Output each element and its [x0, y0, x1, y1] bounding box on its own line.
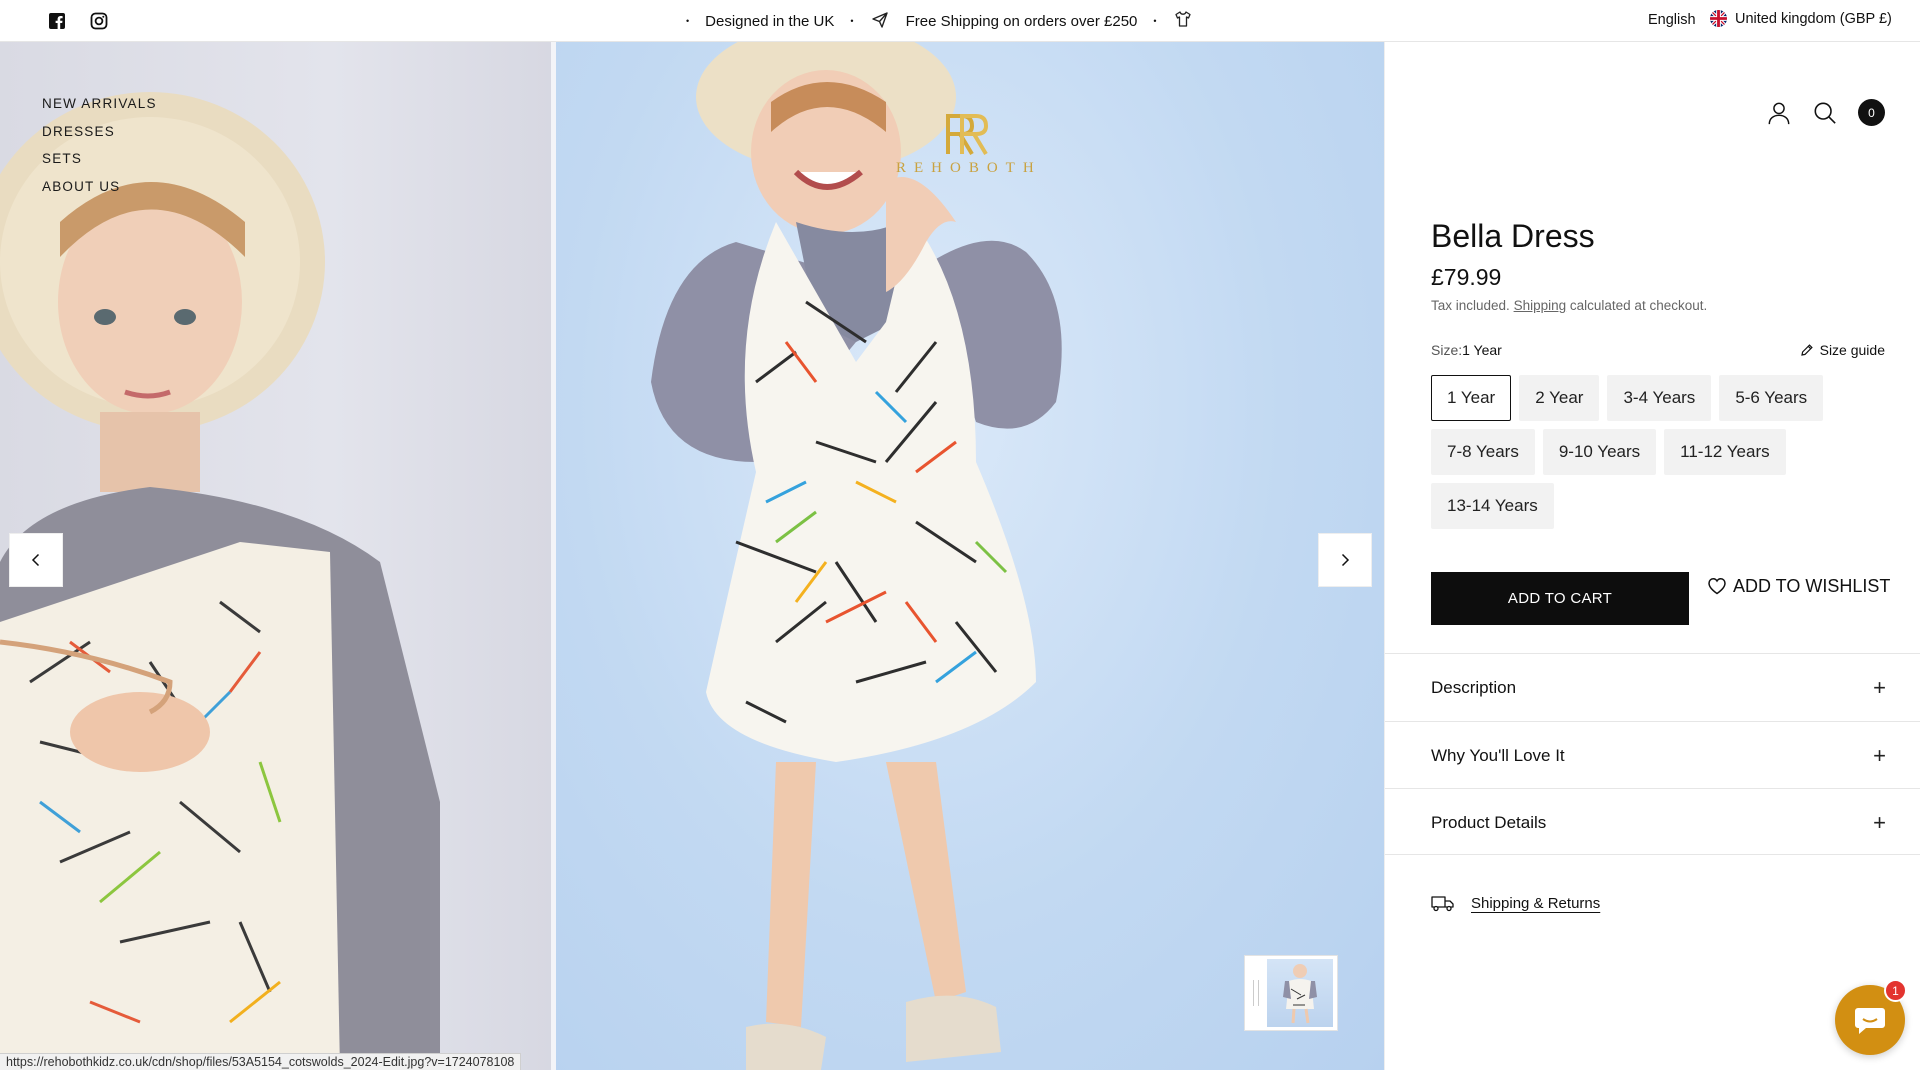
size-option-11-12-years[interactable]: 11-12 Years	[1664, 429, 1786, 475]
status-bar-url: https://rehobothkidz.co.uk/cdn/shop/file…	[0, 1053, 522, 1070]
drag-handle-icon[interactable]	[1253, 980, 1259, 1006]
ticker-item-designed: Designed in the UK	[705, 12, 835, 30]
product-title: Bella Dress	[1431, 218, 1595, 254]
announcement-bar: • Designed in the UK • Free Shipping on …	[0, 0, 1920, 42]
plane-icon	[870, 9, 890, 33]
nav-new-arrivals[interactable]: NEW ARRIVALS	[42, 90, 157, 118]
accordion-title: Why You'll Love It	[1431, 745, 1565, 765]
product-image-main	[556, 42, 1384, 1070]
language-selector[interactable]: English	[1648, 12, 1696, 28]
gallery-prev-button[interactable]	[9, 533, 63, 587]
size-option-5-6-years[interactable]: 5-6 Years	[1719, 375, 1824, 421]
size-option-9-10-years[interactable]: 9-10 Years	[1542, 429, 1657, 475]
facebook-icon[interactable]	[48, 12, 66, 30]
chevron-right-icon	[1341, 553, 1350, 567]
uk-flag-icon	[1710, 10, 1727, 27]
plus-icon: +	[1873, 742, 1886, 768]
chevron-left-icon	[31, 553, 40, 567]
size-guide-link[interactable]: Size guide	[1800, 342, 1885, 358]
chat-notification-badge: 1	[1884, 979, 1907, 1002]
tshirt-icon	[1173, 9, 1193, 33]
brand-logo[interactable]: REHOBOTH	[896, 110, 1036, 177]
add-to-cart-button[interactable]: ADD TO CART	[1431, 572, 1689, 625]
gallery-next-button[interactable]	[1318, 533, 1372, 587]
accordion-title: Product Details	[1431, 812, 1547, 832]
size-option-7-8-years[interactable]: 7-8 Years	[1431, 429, 1535, 475]
size-option-2-year[interactable]: 2 Year	[1519, 375, 1600, 421]
wishlist-label: ADD TO WISHLIST	[1733, 575, 1891, 596]
shipping-policy-link[interactable]: Shipping	[1514, 298, 1567, 313]
product-info-panel: 0 Bella Dress £79.99 Tax included. Shipp…	[1384, 42, 1920, 1070]
nav-dresses[interactable]: DRESSES	[42, 118, 157, 146]
ticker-separator: •	[1153, 16, 1157, 26]
country-label: United kingdom (GBP £)	[1735, 10, 1892, 27]
delivery-truck-icon	[1431, 896, 1454, 912]
accordion-product-details[interactable]: Product Details +	[1385, 788, 1920, 856]
chat-bubble-icon	[1855, 1008, 1885, 1034]
header-actions: 0	[1766, 99, 1885, 126]
shipping-returns-link[interactable]: Shipping & Returns	[1431, 894, 1600, 912]
cart-button[interactable]: 0	[1858, 99, 1885, 126]
size-selector-header: Size:1 Year Size guide	[1431, 342, 1885, 362]
tax-note: Tax included. Shipping calculated at che…	[1431, 298, 1707, 313]
size-label: Size:	[1431, 342, 1463, 358]
main-navigation: NEW ARRIVALS DRESSES SETS ABOUT US	[42, 90, 157, 200]
product-price: £79.99	[1431, 264, 1502, 290]
ticker-item-shipping: Free Shipping on orders over £250	[905, 12, 1138, 30]
country-selector[interactable]: United kingdom (GBP £)	[1710, 10, 1892, 27]
thumbnail-image	[1267, 959, 1333, 1027]
pencil-icon	[1800, 344, 1813, 356]
nav-about-us[interactable]: ABOUT US	[42, 173, 157, 201]
brand-wordmark: REHOBOTH	[896, 160, 1042, 176]
instagram-icon[interactable]	[90, 12, 108, 30]
nav-sets[interactable]: SETS	[42, 145, 157, 173]
plus-icon: +	[1873, 674, 1886, 700]
size-options: 1 Year 2 Year 3-4 Years 5-6 Years 7-8 Ye…	[1431, 375, 1885, 529]
size-guide-label: Size guide	[1819, 342, 1885, 358]
account-icon[interactable]	[1766, 100, 1792, 126]
size-option-13-14-years[interactable]: 13-14 Years	[1431, 483, 1554, 529]
accordion-description[interactable]: Description +	[1385, 653, 1920, 721]
size-option-3-4-years[interactable]: 3-4 Years	[1607, 375, 1712, 421]
accordion-divider	[1385, 854, 1920, 855]
plus-icon: +	[1873, 809, 1886, 835]
shipping-returns-label: Shipping & Returns	[1471, 894, 1601, 912]
size-option-1-year[interactable]: 1 Year	[1431, 375, 1512, 421]
search-icon[interactable]	[1812, 100, 1838, 126]
product-gallery: NEW ARRIVALS DRESSES SETS ABOUT US REHOB…	[0, 42, 1384, 1070]
accordion-why-love-it[interactable]: Why You'll Love It +	[1385, 721, 1920, 789]
tax-note-prefix: Tax included.	[1431, 298, 1510, 313]
tax-note-suffix: calculated at checkout.	[1569, 298, 1708, 313]
announcement-ticker: • Designed in the UK • Free Shipping on …	[686, 0, 1234, 42]
gallery-thumbnail[interactable]	[1244, 955, 1338, 1031]
brand-monogram-icon	[946, 114, 989, 156]
add-to-wishlist-button[interactable]: ADD TO WISHLIST	[1707, 574, 1890, 598]
ticker-separator: •	[686, 16, 690, 26]
accordion-title: Description	[1431, 677, 1517, 697]
heart-icon	[1708, 578, 1726, 595]
ticker-separator: •	[850, 16, 854, 26]
size-current-value: 1 Year	[1462, 342, 1502, 358]
